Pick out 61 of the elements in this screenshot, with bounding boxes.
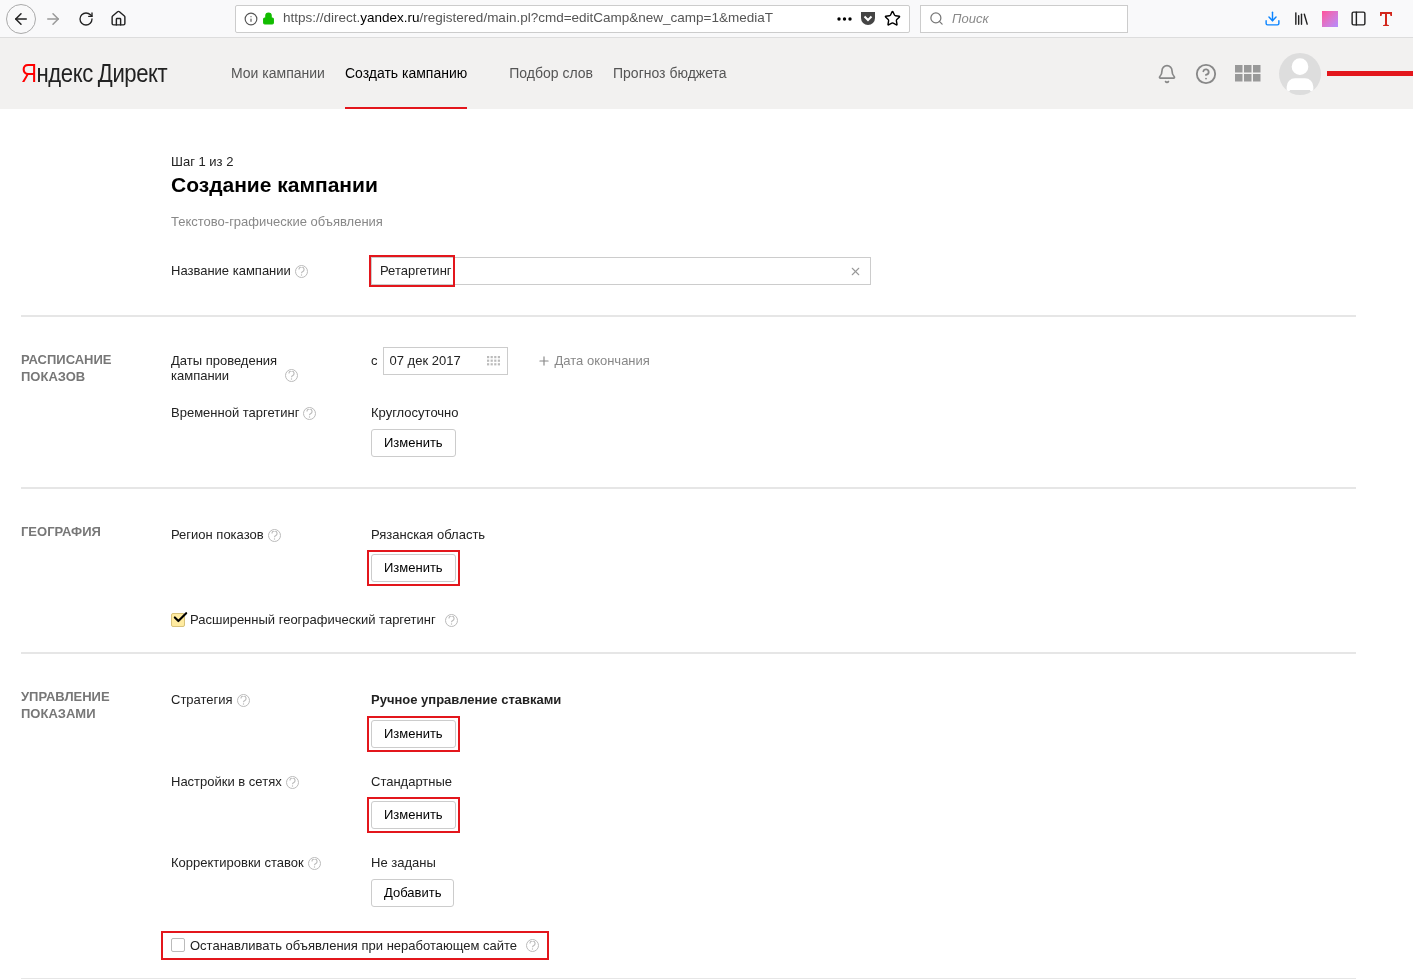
pocket-icon	[860, 11, 876, 26]
plus-icon	[536, 354, 551, 368]
url-text: https://direct.yandex.ru/registered/main.pl?cmd=editCamp&new_camp=1&mediaT	[283, 9, 775, 28]
checkbox[interactable]	[171, 613, 185, 627]
change-button[interactable]: Изменить	[371, 719, 456, 748]
checkbox-label: Останавливать объявления при неработающем сайте	[190, 936, 518, 955]
field-label: Даты проведения кампании	[171, 353, 279, 383]
nav-tab[interactable]: Мои кампании	[231, 38, 325, 109]
field-label: Стратегия	[171, 692, 233, 707]
setting-value: Не заданы	[371, 854, 436, 872]
help-icon	[1195, 62, 1217, 85]
avatar[interactable]	[1279, 52, 1321, 95]
lock-icon	[262, 12, 275, 25]
campaign-type: Текстово-графические объявления	[171, 212, 384, 231]
nav-tab[interactable]: Прогноз бюджета	[613, 38, 727, 109]
change-button[interactable]: Изменить	[371, 428, 456, 457]
apps-grid-icon	[1235, 64, 1261, 83]
change-button[interactable]: Изменить	[371, 801, 456, 829]
more-icon[interactable]	[837, 16, 852, 21]
field-label: Корректировки ставок	[171, 855, 304, 870]
download-icon	[1264, 10, 1281, 27]
serif-t-icon	[1379, 10, 1393, 27]
campaign-name-field[interactable]: Ретаргетинг	[371, 257, 871, 285]
section-title: ГЕОГРАФИЯ	[21, 522, 102, 540]
search-icon	[929, 11, 944, 26]
address-bar[interactable]: https://direct.yandex.ru/registered/main.pl?cmd=editCamp&new_camp=1&mediaT	[235, 4, 910, 33]
nav-tab[interactable]: Подбор слов	[509, 38, 593, 109]
logo[interactable]: Яндекс Директ	[21, 38, 200, 109]
date-prefix: с	[371, 352, 378, 371]
change-button[interactable]: Добавить	[371, 878, 455, 907]
library-icon	[1293, 10, 1310, 27]
step-label: Шаг 1 из 2	[171, 153, 235, 171]
notifications-icon	[1157, 63, 1177, 84]
setting-value: Стандартные	[371, 772, 453, 791]
field-label: Временной таргетинг	[171, 405, 300, 420]
setting-value: Рязанская область	[371, 525, 486, 544]
end-date-link[interactable]: Дата окончания	[536, 351, 650, 371]
info-icon	[244, 11, 258, 26]
search-box[interactable]: Поиск	[920, 4, 1128, 33]
extension-icon	[1322, 10, 1338, 27]
help-icon[interactable]	[285, 369, 298, 382]
date-field[interactable]: 07 дек 2017	[382, 347, 508, 375]
change-button[interactable]: Изменить	[371, 554, 456, 582]
nav-tab[interactable]: Создать кампанию	[344, 38, 468, 109]
field-value: Ретаргетинг	[380, 262, 452, 281]
setting-value: Ручное управление ставками	[371, 691, 562, 709]
sidebar-icon	[1350, 10, 1367, 27]
checkbox-label: Расширенный географический таргетинг	[190, 611, 436, 630]
field-label: Регион показов	[171, 526, 264, 542]
bookmark-star-icon	[884, 10, 901, 27]
search-field[interactable]: Поиск	[952, 8, 1112, 29]
calendar-icon	[486, 356, 501, 366]
field-label: Настройки в сетях	[171, 773, 282, 789]
page-title: Создание кампании	[171, 171, 379, 198]
setting-value: Круглосуточно	[371, 404, 459, 422]
reload-button[interactable]	[78, 10, 94, 27]
section-title: УПРАВЛЕНИЕ ПОКАЗАМИ	[21, 688, 111, 722]
home-button[interactable]	[110, 10, 127, 27]
section-title: РАСПИСАНИЕ ПОКАЗОВ	[21, 351, 113, 385]
field-label: Название кампании	[171, 263, 291, 279]
checkbox[interactable]	[171, 938, 185, 953]
